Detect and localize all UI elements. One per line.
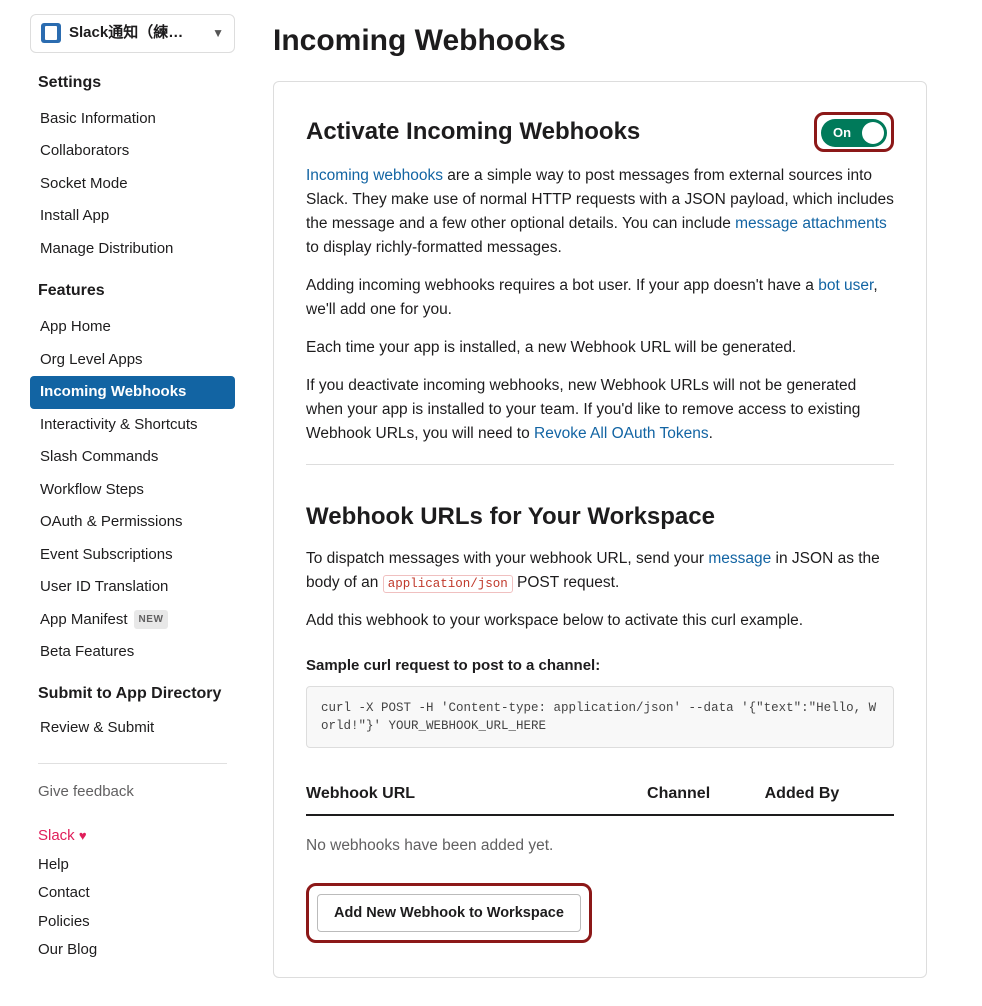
sidebar-item-slash-commands[interactable]: Slash Commands (30, 441, 235, 474)
divider (38, 763, 227, 764)
sidebar-item-app-home[interactable]: App Home (30, 311, 235, 344)
incoming-webhooks-link[interactable]: Incoming webhooks (306, 167, 443, 184)
sidebar-item-review-submit[interactable]: Review & Submit (30, 712, 235, 745)
webhooks-table: Webhook URL Channel Added By No webhooks… (306, 774, 894, 861)
toggle-highlight: On (814, 112, 894, 152)
activate-title: Activate Incoming Webhooks (306, 114, 640, 150)
empty-state: No webhooks have been added yet. (306, 815, 894, 861)
bot-user-link[interactable]: bot user (818, 277, 873, 294)
sidebar-item-manage-distribution[interactable]: Manage Distribution (30, 233, 235, 266)
footer-slack-link[interactable]: Slack ♥ (30, 822, 235, 851)
sidebar-item-workflow-steps[interactable]: Workflow Steps (30, 474, 235, 507)
webhook-paragraph-1: To dispatch messages with your webhook U… (306, 547, 894, 595)
toggle-label: On (833, 123, 851, 143)
page-title: Incoming Webhooks (273, 18, 927, 63)
col-added-by: Added By (765, 774, 894, 815)
message-attachments-link[interactable]: message attachments (735, 215, 887, 232)
sidebar-features-list: App Home Org Level Apps Incoming Webhook… (30, 311, 235, 669)
content-type-code: application/json (383, 575, 513, 593)
app-icon (41, 23, 61, 43)
sidebar-item-incoming-webhooks[interactable]: Incoming Webhooks (30, 376, 235, 409)
sidebar-item-basic-information[interactable]: Basic Information (30, 103, 235, 136)
webhook-urls-title: Webhook URLs for Your Workspace (306, 499, 894, 535)
app-selector[interactable]: Slack通知（練… ▼ (30, 14, 235, 53)
footer-blog-link[interactable]: Our Blog (30, 936, 235, 965)
sidebar-item-app-manifest[interactable]: App ManifestNEW (30, 604, 235, 637)
add-button-highlight: Add New Webhook to Workspace (306, 883, 592, 943)
sidebar-item-beta-features[interactable]: Beta Features (30, 636, 235, 669)
message-link[interactable]: message (708, 550, 771, 567)
settings-card: Activate Incoming Webhooks On Incoming w… (273, 81, 927, 978)
sidebar-footer-links: Slack ♥ Help Contact Policies Our Blog (30, 822, 235, 965)
sidebar: Slack通知（練… ▼ Settings Basic Information … (0, 0, 245, 1006)
sidebar-footer: Give feedback (30, 778, 235, 807)
section-divider (306, 464, 894, 465)
sidebar-heading-features: Features (38, 279, 235, 303)
sidebar-item-collaborators[interactable]: Collaborators (30, 135, 235, 168)
sidebar-item-org-level-apps[interactable]: Org Level Apps (30, 344, 235, 377)
activate-paragraph-3: Each time your app is installed, a new W… (306, 336, 894, 360)
footer-contact-link[interactable]: Contact (30, 879, 235, 908)
sidebar-settings-list: Basic Information Collaborators Socket M… (30, 103, 235, 266)
toggle-knob (862, 122, 884, 144)
sidebar-submit-list: Review & Submit (30, 712, 235, 745)
sidebar-item-user-id-translation[interactable]: User ID Translation (30, 571, 235, 604)
col-webhook-url: Webhook URL (306, 774, 647, 815)
sample-curl-label: Sample curl request to post to a channel… (306, 655, 894, 678)
sidebar-item-event-subscriptions[interactable]: Event Subscriptions (30, 539, 235, 572)
table-row: No webhooks have been added yet. (306, 815, 894, 861)
curl-code-block[interactable]: curl -X POST -H 'Content-type: applicati… (306, 686, 894, 748)
sidebar-item-interactivity-shortcuts[interactable]: Interactivity & Shortcuts (30, 409, 235, 442)
chevron-down-icon: ▼ (212, 24, 224, 42)
activate-toggle[interactable]: On (821, 119, 887, 147)
give-feedback-link[interactable]: Give feedback (30, 778, 235, 807)
footer-policies-link[interactable]: Policies (30, 908, 235, 937)
heart-icon: ♥ (79, 828, 87, 843)
activate-paragraph-1: Incoming webhooks are a simple way to po… (306, 164, 894, 260)
main-content: Incoming Webhooks Activate Incoming Webh… (245, 0, 955, 1006)
sidebar-item-install-app[interactable]: Install App (30, 200, 235, 233)
revoke-tokens-link[interactable]: Revoke All OAuth Tokens (534, 425, 709, 442)
webhook-paragraph-2: Add this webhook to your workspace below… (306, 609, 894, 633)
app-selector-label: Slack通知（練… (69, 22, 206, 45)
sidebar-heading-submit: Submit to App Directory (38, 683, 235, 705)
activate-paragraph-2: Adding incoming webhooks requires a bot … (306, 274, 894, 322)
sidebar-heading-settings: Settings (38, 71, 235, 95)
sidebar-item-oauth-permissions[interactable]: OAuth & Permissions (30, 506, 235, 539)
activate-paragraph-4: If you deactivate incoming webhooks, new… (306, 374, 894, 446)
new-badge: NEW (134, 610, 169, 629)
add-webhook-button[interactable]: Add New Webhook to Workspace (317, 894, 581, 932)
col-channel: Channel (647, 774, 765, 815)
sidebar-item-socket-mode[interactable]: Socket Mode (30, 168, 235, 201)
footer-help-link[interactable]: Help (30, 851, 235, 880)
